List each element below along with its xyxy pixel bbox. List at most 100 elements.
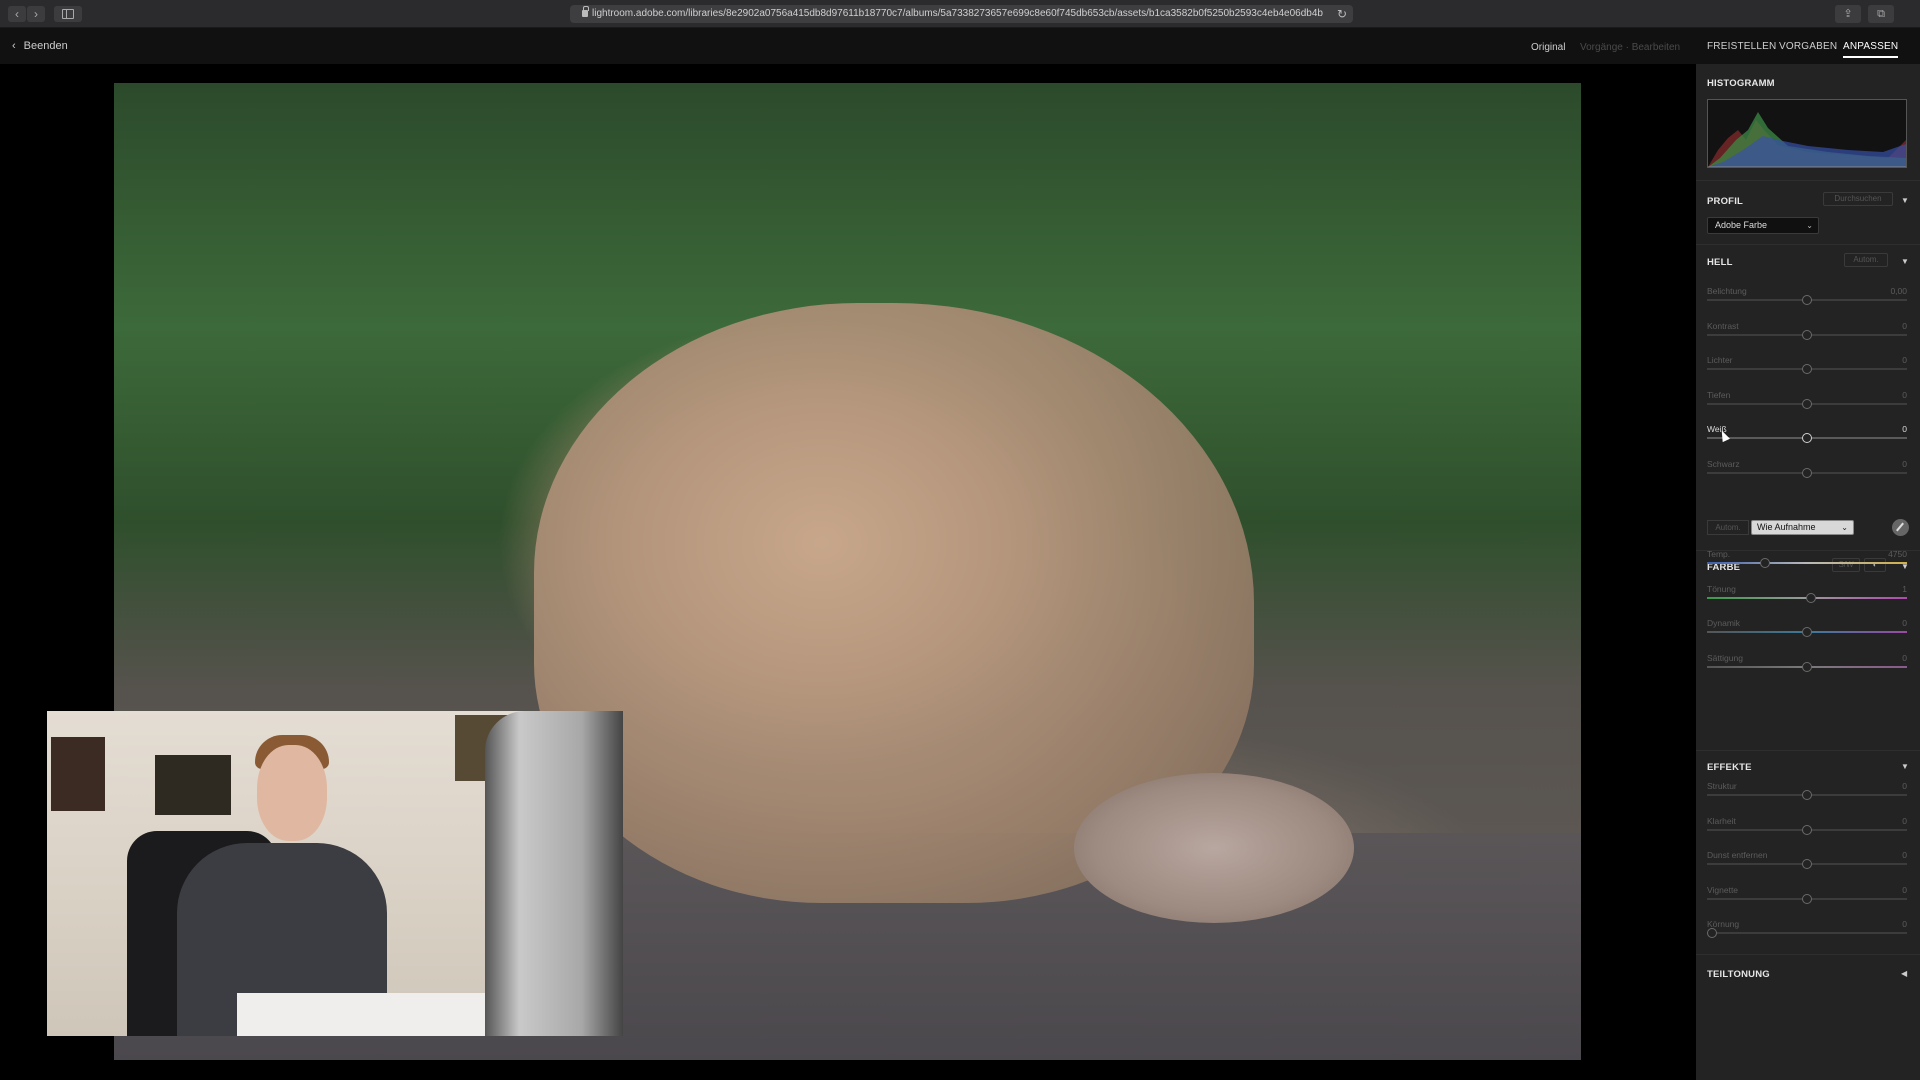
- slider-weiß[interactable]: Weiß 0: [1707, 424, 1907, 452]
- slider-struktur[interactable]: Struktur 0: [1707, 781, 1907, 809]
- profile-select-value: Adobe Farbe: [1715, 220, 1768, 230]
- effects-title: EFFEKTE: [1707, 762, 1752, 773]
- chevron-down-icon: ⌄: [1806, 221, 1813, 230]
- chevron-down-icon[interactable]: ▼: [1901, 196, 1909, 205]
- histogram: [1707, 99, 1907, 168]
- webcam-overlay: [47, 711, 623, 1036]
- address-bar[interactable]: lightroom.adobe.com/libraries/8e2902a075…: [570, 5, 1353, 23]
- slider-thumb[interactable]: [1802, 398, 1812, 409]
- slider-dunst-entfernen[interactable]: Dunst entfernen 0: [1707, 850, 1907, 878]
- slider-thumb[interactable]: [1802, 790, 1812, 800]
- slider-thumb[interactable]: [1802, 824, 1812, 835]
- white-balance-select[interactable]: Wie Aufnahme ⌄: [1751, 520, 1854, 535]
- profile-select[interactable]: Adobe Farbe ⌄: [1707, 217, 1819, 234]
- slider-dynamik[interactable]: Dynamik 0: [1707, 618, 1907, 646]
- slider-value[interactable]: 0,00: [1890, 286, 1907, 296]
- slider-label: Sättigung: [1707, 652, 1743, 663]
- chevron-left-icon[interactable]: ◀: [1901, 969, 1907, 978]
- sidebar-toggle-icon[interactable]: [54, 6, 82, 22]
- slider-thumb[interactable]: [1707, 928, 1717, 938]
- slider-thumb[interactable]: [1802, 893, 1812, 904]
- slider-klarheit[interactable]: Klarheit 0: [1707, 816, 1907, 844]
- chevron-down-icon: ⌄: [1841, 523, 1848, 532]
- slider-thumb[interactable]: [1806, 592, 1816, 603]
- slider-value[interactable]: 0: [1902, 781, 1907, 791]
- slider-thumb[interactable]: [1802, 627, 1812, 637]
- slider-label: Temp.: [1707, 549, 1731, 559]
- slider-value[interactable]: 0: [1902, 390, 1907, 400]
- slider-thumb[interactable]: [1802, 859, 1812, 869]
- slider-thumb[interactable]: [1802, 295, 1812, 305]
- slider-value[interactable]: 0: [1902, 653, 1907, 663]
- slider-value[interactable]: 0: [1902, 850, 1907, 860]
- wall-picture: [155, 755, 231, 815]
- slider-value[interactable]: 0: [1902, 424, 1907, 434]
- browser-back-icon[interactable]: ‹: [8, 6, 26, 22]
- app-top-bar: ‹ Beenden Original Vorgänge · Bearbeiten …: [0, 28, 1920, 64]
- slider-label: Struktur: [1707, 781, 1737, 791]
- slider-lichter[interactable]: Lichter 0: [1707, 355, 1907, 383]
- reload-icon[interactable]: ↻: [1337, 5, 1347, 23]
- chevron-down-icon[interactable]: ▼: [1901, 762, 1909, 771]
- exit-label: Beenden: [23, 40, 68, 52]
- split-toning-title: TEILTONUNG: [1707, 969, 1770, 980]
- slider-value[interactable]: 4750: [1888, 549, 1907, 559]
- tabs-overview-icon[interactable]: ⧉: [1868, 5, 1894, 23]
- adjust-panel: HISTOGRAMM PROFIL Durchsuchen ▼ Adobe Fa…: [1696, 64, 1920, 1080]
- eyedropper-icon[interactable]: [1892, 519, 1909, 536]
- tab-crop[interactable]: FREISTELLEN: [1707, 41, 1776, 52]
- chevron-down-icon[interactable]: ▼: [1901, 257, 1909, 266]
- slider-temp-[interactable]: Temp. 4750: [1707, 549, 1907, 577]
- slider-value[interactable]: 0: [1902, 885, 1907, 895]
- exit-button[interactable]: ‹ Beenden: [12, 40, 68, 52]
- slider-value[interactable]: 0: [1902, 919, 1907, 929]
- monitor: [485, 711, 623, 1036]
- light-auto-button[interactable]: Autom.: [1844, 253, 1888, 267]
- slider-tönung[interactable]: Tönung 1: [1707, 584, 1907, 612]
- share-icon[interactable]: ⇪: [1835, 5, 1861, 23]
- white-balance-value: Wie Aufnahme: [1757, 522, 1816, 532]
- slider-schwarz[interactable]: Schwarz 0: [1707, 459, 1907, 487]
- profile-browse-button[interactable]: Durchsuchen: [1823, 192, 1893, 206]
- slider-label: Belichtung: [1707, 286, 1747, 296]
- presenter-head: [257, 745, 327, 841]
- slider-label: Dunst entfernen: [1707, 850, 1768, 860]
- tab-presets[interactable]: VORGABEN: [1779, 41, 1837, 52]
- slider-tiefen[interactable]: Tiefen 0: [1707, 390, 1907, 418]
- slider-sättigung[interactable]: Sättigung 0: [1707, 653, 1907, 681]
- slider-thumb[interactable]: [1802, 433, 1812, 443]
- slider-value[interactable]: 0: [1902, 459, 1907, 469]
- slider-kontrast[interactable]: Kontrast 0: [1707, 321, 1907, 349]
- slider-thumb[interactable]: [1802, 467, 1812, 478]
- slider-value[interactable]: 0: [1902, 618, 1907, 628]
- light-title: HELL: [1707, 257, 1733, 268]
- slider-thumb[interactable]: [1802, 364, 1812, 374]
- slider-track[interactable]: [1707, 932, 1907, 934]
- profile-title: PROFIL: [1707, 196, 1744, 207]
- original-toggle[interactable]: Original: [1531, 42, 1565, 53]
- slider-value[interactable]: 1: [1902, 584, 1907, 594]
- slider-thumb[interactable]: [1802, 661, 1812, 672]
- slider-thumb[interactable]: [1760, 558, 1770, 568]
- slider-track[interactable]: [1707, 562, 1907, 564]
- slider-belichtung[interactable]: Belichtung 0,00: [1707, 286, 1907, 314]
- slider-körnung[interactable]: Körnung 0: [1707, 919, 1907, 947]
- slider-label: Kontrast: [1707, 320, 1739, 331]
- slider-label: Vignette: [1707, 884, 1739, 895]
- slider-label: Schwarz: [1707, 458, 1740, 469]
- slider-label: Dynamik: [1707, 618, 1741, 628]
- slider-vignette[interactable]: Vignette 0: [1707, 885, 1907, 913]
- histogram-title: HISTOGRAMM: [1707, 78, 1775, 89]
- lock-icon: [582, 6, 589, 17]
- history-edit-label: Vorgänge · Bearbeiten: [1580, 42, 1681, 53]
- slider-value[interactable]: 0: [1902, 355, 1907, 365]
- desk: [237, 993, 527, 1036]
- photo-lynx-paw: [1074, 773, 1354, 923]
- tab-adjust[interactable]: ANPASSEN: [1843, 41, 1899, 58]
- slider-value[interactable]: 0: [1902, 321, 1907, 331]
- slider-label: Lichter: [1707, 355, 1733, 365]
- browser-forward-icon[interactable]: ›: [27, 6, 45, 22]
- white-balance-auto-button[interactable]: Autom.: [1707, 520, 1749, 535]
- slider-value[interactable]: 0: [1902, 816, 1907, 826]
- slider-thumb[interactable]: [1802, 329, 1812, 340]
